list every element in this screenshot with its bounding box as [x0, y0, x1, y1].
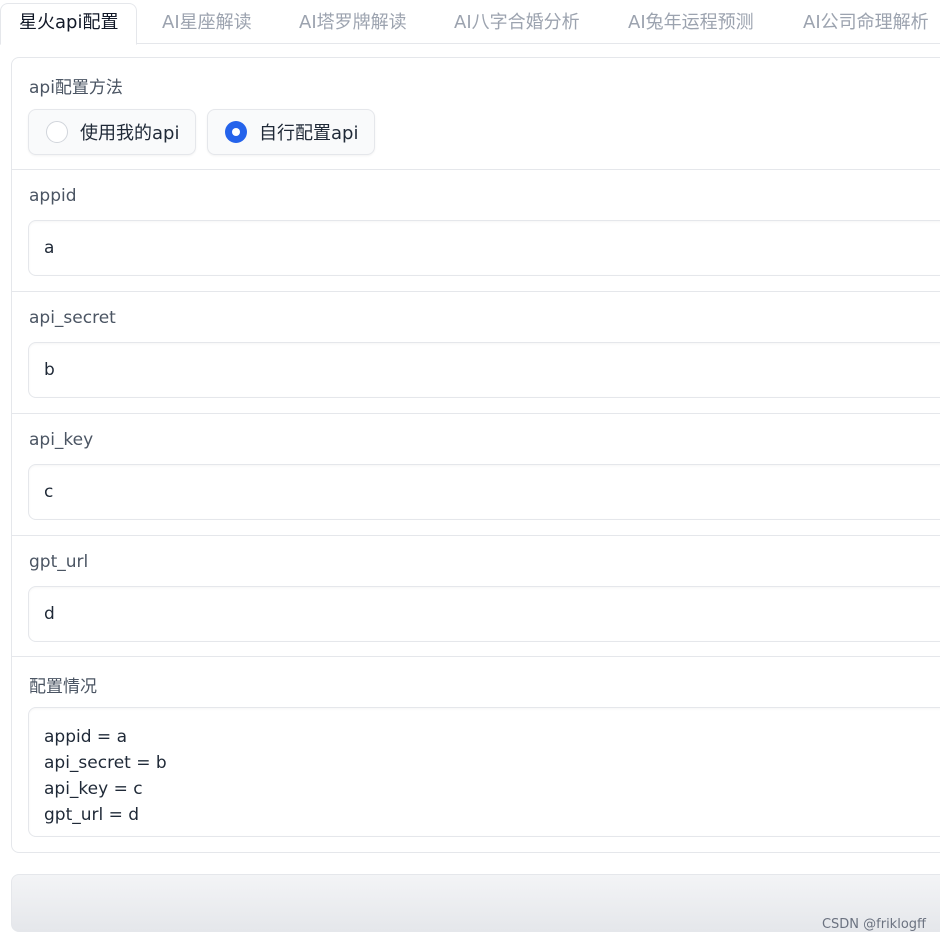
config-panel: api配置方法 使用我的api 自行配置api appid a api_secr…: [11, 57, 940, 853]
api-key-label: api_key: [29, 430, 94, 450]
api-key-input[interactable]: c: [28, 464, 940, 520]
status-line-api-secret: api_secret = b: [44, 753, 167, 773]
api-secret-block: api_secret b: [12, 292, 940, 414]
status-line-gpt-url: gpt_url = d: [44, 805, 140, 825]
gpt-url-input[interactable]: d: [28, 586, 940, 642]
appid-block: appid a: [12, 170, 940, 292]
tab-bar: 星火api配置 AI星座解读 AI塔罗牌解读 AI八字合婚分析 AI兔年运程预测…: [0, 0, 940, 45]
tab-astrology[interactable]: AI星座解读: [162, 4, 252, 44]
radio-label: 自行配置api: [259, 123, 359, 144]
submit-button-bar[interactable]: [11, 874, 940, 932]
radio-label: 使用我的api: [80, 123, 180, 144]
tab-rabbit-year-fortune[interactable]: AI兔年运程预测: [628, 4, 754, 44]
status-label: 配置情况: [29, 677, 97, 697]
radio-use-my-api[interactable]: 使用我的api: [28, 109, 197, 155]
watermark: CSDN @friklogff: [821, 917, 926, 932]
appid-label: appid: [29, 186, 77, 206]
status-line-appid: appid = a: [44, 727, 127, 747]
status-textarea[interactable]: appid = a api_secret = b api_key = c gpt…: [28, 707, 940, 837]
radio-checked-icon: [225, 121, 247, 143]
tab-tarot[interactable]: AI塔罗牌解读: [299, 4, 407, 44]
tab-bazi-marriage[interactable]: AI八字合婚分析: [454, 4, 580, 44]
config-method-label: api配置方法: [29, 78, 123, 98]
api-key-block: api_key c: [12, 414, 940, 536]
tab-spark-api-config[interactable]: 星火api配置: [0, 3, 138, 45]
radio-custom-api[interactable]: 自行配置api: [207, 109, 376, 155]
appid-input[interactable]: a: [28, 220, 940, 276]
tab-company-fortune[interactable]: AI公司命理解析: [803, 4, 929, 44]
status-line-api-key: api_key = c: [44, 779, 143, 799]
api-secret-input[interactable]: b: [28, 342, 940, 398]
gpt-url-label: gpt_url: [29, 552, 89, 572]
api-secret-label: api_secret: [29, 308, 116, 328]
status-block: 配置情况 appid = a api_secret = b api_key = …: [12, 657, 940, 852]
radio-unchecked-icon: [46, 121, 68, 143]
config-method-block: api配置方法 使用我的api 自行配置api: [12, 58, 940, 170]
gpt-url-block: gpt_url d: [12, 536, 940, 657]
